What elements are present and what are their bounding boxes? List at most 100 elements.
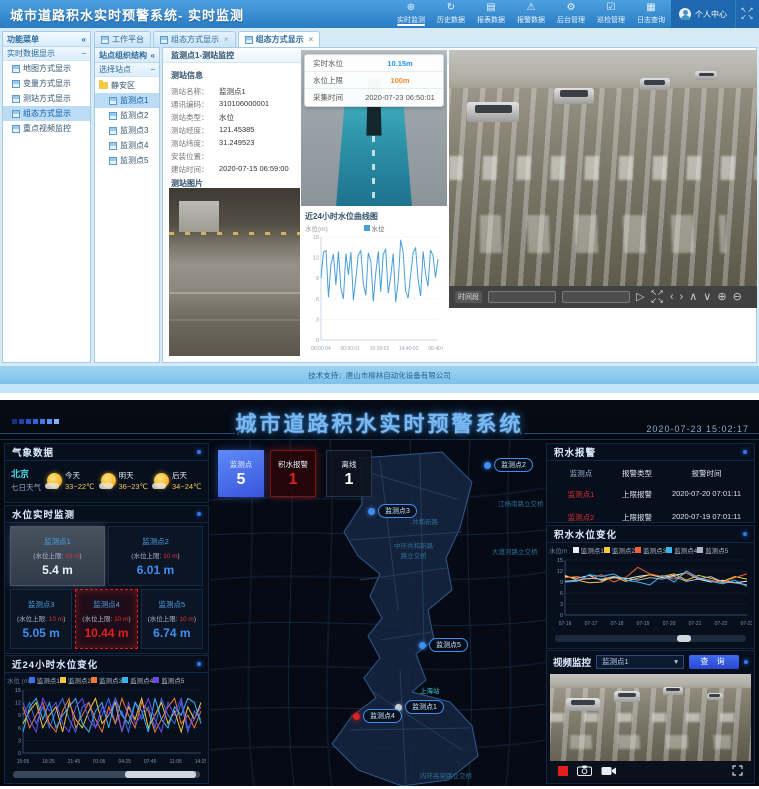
sun-icon <box>101 473 116 488</box>
level-card-station4-alarm[interactable]: 监测点4 (水位上限: 10 m) 10.44 m <box>75 589 137 649</box>
station-photo <box>169 188 300 356</box>
fullscreen-icon[interactable] <box>732 765 743 776</box>
expand-icon[interactable]: ↖↗↙↘ <box>650 289 663 305</box>
flood-alarm-title: 积水报警 <box>554 445 596 459</box>
map-marker-station1[interactable]: 监测点1 <box>405 700 444 714</box>
sidebar-item-scada-display[interactable]: 组态方式显示 <box>3 106 90 121</box>
tree-item-station3[interactable]: 监测点3 <box>95 123 159 138</box>
chart-legend: 水位 <box>364 223 385 233</box>
nav-alarm-data[interactable]: ⚠ 报警数据 <box>511 0 551 28</box>
sidebar-item-station-display[interactable]: 测站方式显示 <box>3 91 90 106</box>
stat-value: 1 <box>345 472 354 488</box>
nav-report-data[interactable]: ▤ 报表数据 <box>471 0 511 28</box>
panel-dot-icon <box>743 532 747 536</box>
trend-24h-title: 近24小时水位变化 <box>12 657 98 671</box>
tree-item-station5[interactable]: 监测点5 <box>95 153 159 168</box>
collapse-left-icon[interactable]: « <box>82 35 86 44</box>
svg-text:07-18: 07-18 <box>611 621 624 627</box>
level-card-station2[interactable]: 监测点2 (水位上限: 10 m) 6.01 m <box>108 526 203 586</box>
map-road-label: 大渡河路立交桥 <box>492 546 538 556</box>
station-icon <box>109 97 117 105</box>
svg-text:6: 6 <box>316 297 319 303</box>
scrollbar-handle[interactable] <box>677 635 691 642</box>
camera-select[interactable]: 监测点1 ▾ <box>596 655 684 669</box>
marker-dot-station5[interactable] <box>419 642 426 649</box>
level-limit-value: 100m <box>357 76 443 85</box>
nav-history-data[interactable]: ↻ 历史数据 <box>431 0 471 28</box>
stat-flood-alarms: 积水报警 1 <box>270 450 316 497</box>
pan-left-icon[interactable]: ‹ <box>670 292 674 303</box>
zoom-in-icon[interactable]: ⊕ <box>717 292 726 303</box>
alarm-table-row[interactable]: 监测点1上限报警2020-07-20 07:01:11 <box>553 483 748 506</box>
marker-dot-station2[interactable] <box>484 462 491 469</box>
scada-display-icon <box>12 110 20 118</box>
map-marker-station5[interactable]: 监测点5 <box>429 638 468 652</box>
select-station-section[interactable]: 选择站点 <box>99 64 131 75</box>
nav-realtime-monitor[interactable]: ⊕ 实时监测 <box>391 0 431 28</box>
tab-icon <box>160 36 168 44</box>
minus-icon[interactable]: − <box>81 49 86 58</box>
marker-dot-station4-alarm[interactable] <box>353 713 360 720</box>
time-start-input[interactable] <box>488 291 556 303</box>
svg-text:15: 15 <box>313 235 319 241</box>
time-end-input[interactable] <box>562 291 630 303</box>
close-icon[interactable]: × <box>309 35 314 44</box>
weather-city: 北京 <box>11 467 41 480</box>
tree-group-district[interactable]: 静安区 <box>95 77 159 93</box>
sidebar-item-variable-display[interactable]: 变量方式显示 <box>3 76 90 91</box>
svg-text:15: 15 <box>15 688 21 694</box>
level-card-station1[interactable]: 监测点1 (水位上限: 10 m) 5.4 m <box>10 526 105 586</box>
snapshot-camera-icon[interactable] <box>577 765 592 776</box>
tab-scada-1[interactable]: 组态方式显示 × <box>153 31 236 47</box>
map-marker-station2[interactable]: 监测点2 <box>494 458 533 472</box>
monitor-icon: ⊕ <box>407 3 415 13</box>
svg-text:3: 3 <box>316 317 319 323</box>
level-card-station5[interactable]: 监测点5 (水位上限: 10 m) 6.74 m <box>141 589 203 649</box>
map-marker-station4[interactable]: 监测点4 <box>363 709 402 723</box>
collapse-left-icon[interactable]: « <box>151 51 155 60</box>
app-title: 城市道路积水实时预警系统- 实时监测 <box>0 5 244 24</box>
video-camera-icon[interactable] <box>601 766 617 776</box>
pan-down-icon[interactable]: ∨ <box>703 292 711 303</box>
sidebar-item-key-video[interactable]: 重点视频监控 <box>3 121 90 136</box>
user-center-button[interactable]: 个人中心 <box>671 0 735 28</box>
variable-display-icon <box>12 80 20 88</box>
svg-text:12: 12 <box>313 256 319 262</box>
realtime-display-section[interactable]: 实时数据显示 <box>7 48 55 59</box>
zoom-out-icon[interactable]: ⊖ <box>733 292 742 303</box>
play-icon[interactable]: ▷ <box>636 292 644 303</box>
chart-scrollbar[interactable] <box>555 635 746 642</box>
close-icon[interactable]: × <box>224 35 229 44</box>
fullscreen-button[interactable]: ↖↗↙↘ <box>735 0 759 28</box>
sidebar-item-map-display[interactable]: 地图方式显示 <box>3 61 90 76</box>
nav-inspection-admin[interactable]: ☑ 巡检管理 <box>591 0 631 28</box>
level-change-legend: 监测点1监测点2监测点3监测点4监测点5 <box>573 545 729 555</box>
level-card-station3[interactable]: 监测点3 (水位上限: 10 m) 5.05 m <box>10 589 72 649</box>
chart-scrollbar[interactable] <box>13 771 200 778</box>
minus-icon[interactable]: − <box>150 65 155 74</box>
stop-record-icon[interactable] <box>558 766 568 776</box>
svg-text:11:05: 11:05 <box>169 759 181 765</box>
pan-right-icon[interactable]: › <box>680 292 684 303</box>
station-display-icon <box>12 95 20 103</box>
tree-item-station2[interactable]: 监测点2 <box>95 108 159 123</box>
marker-dot-station3[interactable] <box>368 508 375 515</box>
tab-workbench[interactable]: 工作平台 <box>94 31 151 47</box>
nav-log-query[interactable]: ▦ 日志查询 <box>631 0 671 28</box>
station-icon <box>109 112 117 120</box>
dashboard-datetime: 2020-07-23 15:02:17 <box>646 424 749 434</box>
tab-scada-2[interactable]: 组态方式显示 × <box>238 31 321 47</box>
pan-up-icon[interactable]: ∧ <box>689 292 697 303</box>
scrollbar-handle[interactable] <box>125 771 196 778</box>
footer-strip <box>0 384 759 393</box>
nav-backend-admin[interactable]: ⚙ 后台管理 <box>551 0 591 28</box>
query-button[interactable]: 查 询 <box>689 655 739 669</box>
line-chart-canvas: 0369121500:00:0400:50:0110:20:0114:40:02… <box>303 233 445 358</box>
tree-item-station1[interactable]: 监测点1 <box>95 93 159 108</box>
svg-text:0: 0 <box>560 613 563 619</box>
panel-dot-icon <box>197 512 201 516</box>
svg-text:3: 3 <box>560 602 563 608</box>
map-marker-station3[interactable]: 监测点3 <box>378 504 417 518</box>
svg-text:04:25: 04:25 <box>118 759 131 765</box>
tree-item-station4[interactable]: 监测点4 <box>95 138 159 153</box>
